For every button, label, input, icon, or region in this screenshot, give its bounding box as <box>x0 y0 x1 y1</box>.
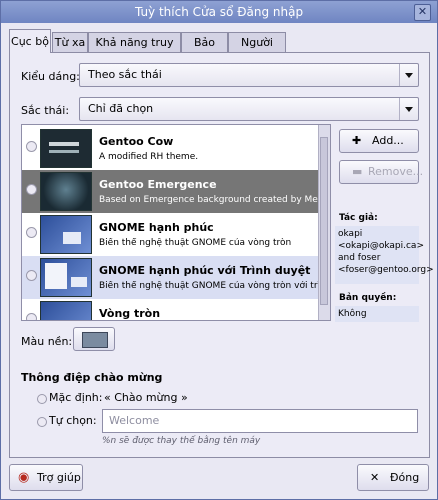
theme-description: Based on Emergence background created by… <box>99 195 319 205</box>
chevron-down-icon[interactable] <box>399 64 418 86</box>
custom-welcome-input[interactable]: Welcome <box>102 409 418 433</box>
scrollbar-thumb[interactable] <box>320 137 328 305</box>
theme-description: Biến thể nghệ thuật GNOME của vòng tròn <box>99 238 292 248</box>
theme-description: A modified RH theme. <box>99 152 199 162</box>
theme-row[interactable]: Gentoo Cow A modified RH theme. <box>22 127 320 170</box>
tab-remote[interactable]: Từ xa <box>52 32 88 52</box>
remove-theme-label: Remove... <box>368 165 424 178</box>
style-label: Kiểu dáng: <box>21 70 80 83</box>
theme-thumbnail <box>40 258 92 297</box>
minus-icon: ▬ <box>352 165 363 178</box>
theme-title: GNOME hạnh phúc <box>99 221 214 234</box>
help-label: Trợ giúp <box>37 471 81 484</box>
theme-description: Biến thể nghệ thuật GNOME của vòng tròn … <box>99 281 319 291</box>
lifebuoy-icon: ◉ <box>18 470 30 485</box>
scroll-up-icon[interactable] <box>319 126 329 136</box>
tab-accessibility[interactable]: Khả năng truy cập <box>88 32 181 69</box>
style-value: Theo sắc thái <box>88 68 162 81</box>
theme-list[interactable]: Gentoo Cow A modified RH theme. Gentoo E… <box>21 124 331 321</box>
theme-row[interactable]: GNOME hạnh phúc Biến thể nghệ thuật GNOM… <box>22 213 320 256</box>
tab-security[interactable]: Bảo mật <box>181 32 228 69</box>
remove-theme-button[interactable]: ▬ Remove... <box>339 160 423 184</box>
theme-row[interactable]: Vòng tròn <box>22 299 320 320</box>
author-value: okapi <okapi@okapi.ca> and foser <foser@… <box>335 226 434 284</box>
close-label: Đóng <box>390 471 420 484</box>
background-color-swatch <box>82 332 108 348</box>
welcome-heading: Thông điệp chào mừng <box>21 371 163 384</box>
close-icon[interactable]: ✕ <box>414 4 431 21</box>
tab-users[interactable]: Người dùng <box>228 32 286 69</box>
theme-list-scrollbar[interactable] <box>318 125 330 320</box>
custom-welcome-radio[interactable] <box>37 417 47 427</box>
theme-radio[interactable] <box>26 141 37 152</box>
style-combo[interactable]: Theo sắc thái <box>79 63 419 87</box>
scroll-down-icon[interactable] <box>319 309 329 319</box>
copyright-label: Bản quyền: <box>339 293 397 303</box>
tab-local[interactable]: Cục bộ <box>9 29 51 53</box>
theme-title: Gentoo Cow <box>99 135 174 148</box>
theme-thumbnail <box>40 129 92 168</box>
theme-label: Sắc thái: <box>21 104 70 117</box>
background-color-label: Màu nền: <box>21 335 73 348</box>
theme-thumbnail <box>40 215 92 254</box>
theme-combo[interactable]: Chỉ đã chọn <box>79 97 419 121</box>
theme-thumbnail <box>40 301 92 320</box>
theme-row-selected[interactable]: Gentoo Emergence Based on Emergence back… <box>22 170 320 213</box>
login-preferences-window: Tuỳ thích Cửa sổ Đăng nhập ✕ Cục bộ Từ x… <box>0 0 438 500</box>
title-bar: Tuỳ thích Cửa sổ Đăng nhập ✕ <box>1 1 437 23</box>
hostname-note: %n sẽ được thay thế bằng tên máy <box>102 436 261 446</box>
chevron-down-icon[interactable] <box>399 98 418 120</box>
theme-thumbnail <box>40 172 92 211</box>
theme-radio[interactable] <box>26 184 37 195</box>
background-color-button[interactable] <box>73 327 115 351</box>
default-welcome-value: « Chào mừng » <box>104 391 188 404</box>
plus-icon: ✚ <box>352 134 362 147</box>
theme-radio[interactable] <box>26 313 37 320</box>
theme-title: Vòng tròn <box>99 307 161 320</box>
window-title: Tuỳ thích Cửa sổ Đăng nhập <box>134 5 304 19</box>
copyright-value: Không <box>335 306 419 322</box>
author-label: Tác giả: <box>339 213 378 223</box>
close-button[interactable]: ✕ Đóng <box>357 464 429 491</box>
theme-row[interactable]: GNOME hạnh phúc với Trình duyệt Biến thể… <box>22 256 320 299</box>
help-button[interactable]: ◉ Trợ giúp <box>9 464 83 491</box>
theme-value: Chỉ đã chọn <box>88 102 154 115</box>
default-welcome-radio[interactable] <box>37 394 47 404</box>
theme-title: GNOME hạnh phúc với Trình duyệt <box>99 264 311 277</box>
theme-title: Gentoo Emergence <box>99 178 217 191</box>
close-x-icon: ✕ <box>370 471 380 484</box>
add-theme-button[interactable]: ✚ Add... <box>339 129 419 153</box>
custom-welcome-label: Tự chọn: <box>49 414 97 427</box>
add-theme-label: Add... <box>372 134 404 147</box>
theme-radio[interactable] <box>26 227 37 238</box>
default-welcome-label: Mặc định: <box>49 391 103 404</box>
theme-radio[interactable] <box>26 270 37 281</box>
